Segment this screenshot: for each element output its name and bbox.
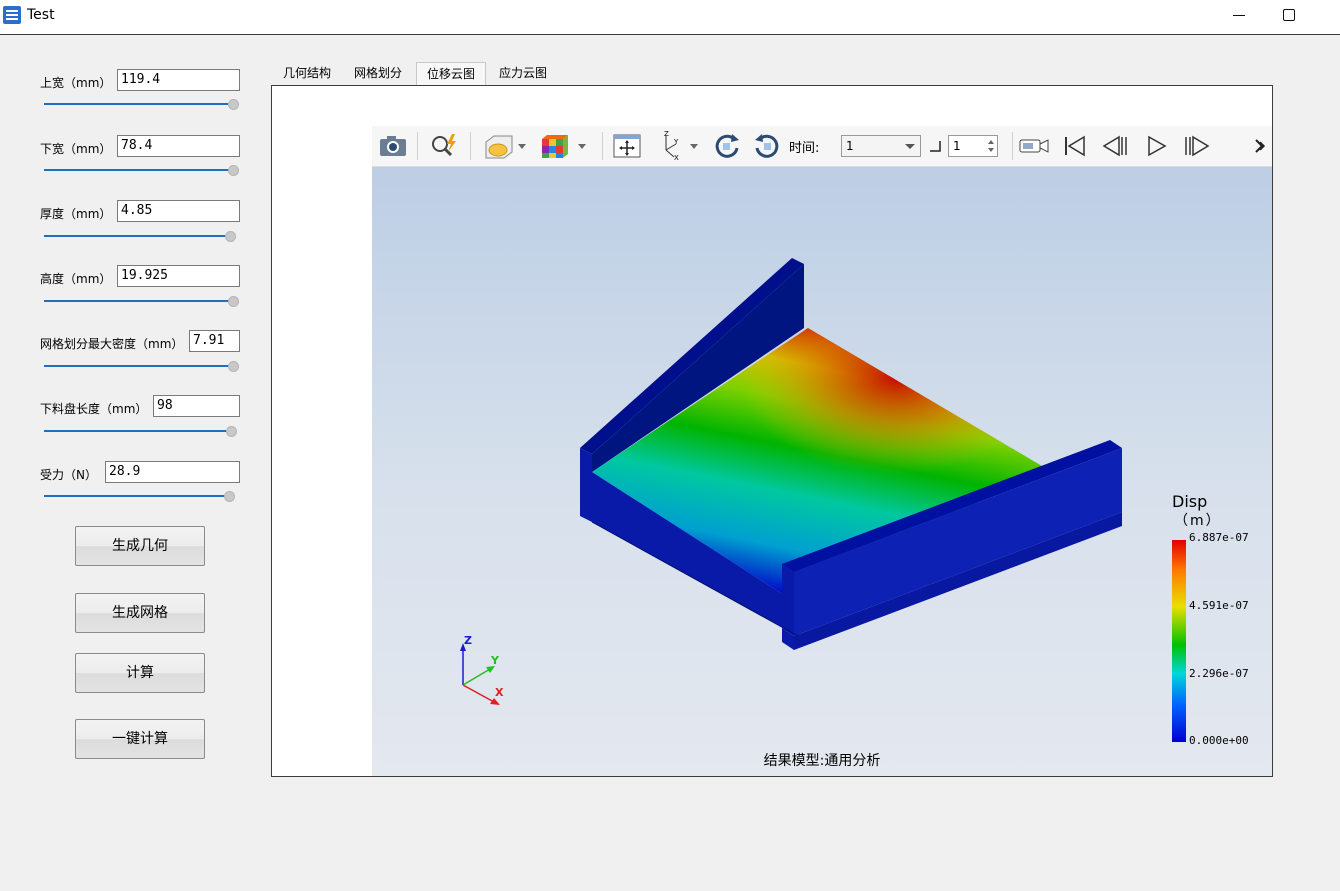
fit-view-icon[interactable] [610, 130, 644, 162]
minimize-button[interactable] [1216, 0, 1262, 32]
slider-handle[interactable] [228, 165, 239, 176]
bottom-width-slider[interactable] [44, 164, 239, 176]
time-select-value: 1 [846, 139, 854, 153]
mesh-density-slider[interactable] [44, 360, 239, 372]
y-axis-line [462, 668, 491, 686]
force-input[interactable]: 28.9 [105, 461, 240, 483]
legend-tick-min: 0.000e+00 [1189, 734, 1249, 747]
slider-track [44, 365, 229, 367]
y-axis-arrow [486, 666, 495, 673]
generate-geometry-button[interactable]: 生成几何 [75, 526, 205, 566]
slider-track [44, 300, 229, 302]
color-map-icon[interactable] [538, 130, 590, 162]
spin-up-icon[interactable] [988, 140, 994, 144]
legend-title: Disp [1172, 492, 1208, 511]
svg-text:Z: Z [664, 130, 669, 138]
mesh-density-input[interactable]: 7.91 [189, 330, 240, 352]
first-frame-icon[interactable] [1060, 130, 1090, 162]
legend-unit: （m） [1174, 513, 1222, 529]
param-label-mesh-density: 网格划分最大密度（mm） [40, 337, 184, 351]
slider-track [44, 235, 226, 237]
param-label-tray-length: 下料盘长度（mm） [40, 402, 148, 416]
rotate-cw-icon[interactable] [710, 130, 744, 162]
toolbar-overflow-icon[interactable] [1252, 130, 1268, 162]
one-click-compute-button[interactable]: 一键计算 [75, 719, 205, 759]
step-spinbox[interactable]: 1 [948, 135, 998, 157]
x-axis-arrow [490, 698, 500, 705]
slider-handle[interactable] [228, 361, 239, 372]
tray-length-input[interactable]: 98 [153, 395, 240, 417]
tab-geometry[interactable]: 几何结构 [274, 62, 340, 85]
slider-track [44, 495, 225, 497]
time-select[interactable]: 1 [841, 135, 921, 157]
legend-tick-lower: 2.296e-07 [1189, 667, 1249, 680]
viewer-toolbar: ZYX 时间: 1 1 [372, 126, 1272, 167]
title-bar: Test [0, 0, 1340, 35]
slider-track [44, 103, 229, 105]
bottom-width-input[interactable]: 78.4 [117, 135, 240, 157]
axes-triad: Z Y X [460, 634, 504, 705]
displacement-model[interactable]: Z Y X [372, 166, 1272, 776]
slider-track [44, 169, 229, 171]
maximize-button[interactable] [1266, 0, 1312, 32]
zoom-fit-icon[interactable] [426, 130, 462, 162]
top-width-input[interactable]: 119.4 [117, 69, 240, 91]
height-input[interactable]: 19.925 [117, 265, 240, 287]
param-label-height: 高度（mm） [40, 272, 112, 286]
thickness-input[interactable]: 4.85 [117, 200, 240, 222]
result-viewer[interactable]: ZYX 时间: 1 1 Z Y X Disp （m） 6.887e-07 4.5… [372, 126, 1272, 776]
chevron-down-icon [905, 144, 915, 149]
tab-mesh[interactable]: 网格划分 [345, 62, 411, 85]
param-label-force: 受力（N） [40, 468, 97, 482]
app-icon [3, 6, 21, 24]
next-frame-icon[interactable] [1182, 130, 1212, 162]
spin-down-icon[interactable] [988, 148, 994, 152]
right-wall-end [782, 564, 794, 636]
result-caption: 结果模型:通用分析 [763, 753, 881, 769]
thickness-slider[interactable] [44, 230, 238, 242]
x-axis-line [462, 684, 495, 703]
compute-button[interactable]: 计算 [75, 653, 205, 693]
svg-text:X: X [674, 154, 679, 162]
slider-handle[interactable] [224, 491, 235, 502]
param-label-bottom-width: 下宽（mm） [40, 142, 112, 156]
play-icon[interactable] [1144, 130, 1170, 162]
tab-displacement[interactable]: 位移云图 [416, 62, 486, 85]
height-slider[interactable] [44, 295, 239, 307]
top-width-slider[interactable] [44, 98, 239, 110]
view-mode-icon[interactable] [480, 130, 532, 162]
y-axis-label: Y [490, 654, 500, 667]
camera-icon[interactable] [376, 130, 410, 162]
previous-frame-icon[interactable] [1100, 130, 1130, 162]
left-wall-end [580, 448, 592, 522]
force-slider[interactable] [44, 490, 238, 502]
slider-track [44, 430, 227, 432]
window-title: Test [27, 7, 55, 23]
slider-handle[interactable] [225, 231, 236, 242]
tray-length-slider[interactable] [44, 425, 238, 437]
rotate-ccw-icon[interactable] [750, 130, 784, 162]
z-axis-label: Z [464, 634, 472, 647]
slider-handle[interactable] [228, 99, 239, 110]
legend-tick-upper: 4.591e-07 [1189, 599, 1249, 612]
slider-handle[interactable] [226, 426, 237, 437]
x-axis-label: X [495, 686, 504, 699]
color-legend-bar [1172, 540, 1186, 742]
axes-orientation-icon[interactable]: ZYX [654, 130, 704, 162]
step-corner-icon [930, 141, 941, 152]
svg-text:Y: Y [673, 138, 679, 146]
param-label-thickness: 厚度（mm） [40, 207, 112, 221]
tab-stress[interactable]: 应力云图 [490, 62, 556, 85]
legend-tick-max: 6.887e-07 [1189, 531, 1249, 544]
record-video-icon[interactable] [1016, 130, 1052, 162]
generate-mesh-button[interactable]: 生成网格 [75, 593, 205, 633]
step-value: 1 [953, 139, 961, 153]
slider-handle[interactable] [228, 296, 239, 307]
param-label-top-width: 上宽（mm） [40, 76, 112, 90]
time-label: 时间: [789, 141, 820, 156]
